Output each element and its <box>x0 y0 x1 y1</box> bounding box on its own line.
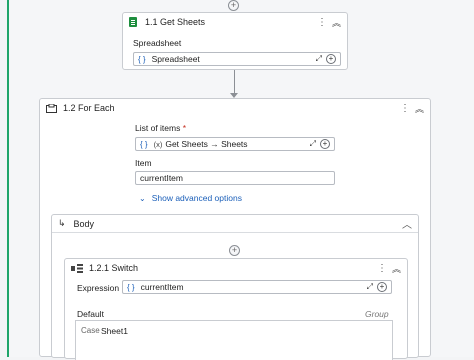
for-each-title: 1.2 For Each <box>63 103 115 113</box>
chevron-down-icon: ⌄ <box>139 193 146 203</box>
collapse-icon[interactable]: ︽ <box>392 262 401 275</box>
default-label: Default <box>77 309 104 319</box>
switch-card[interactable]: 1.2.1 Switch ⋮ ︽ Expression { } currentI… <box>64 258 408 360</box>
body-container[interactable]: ↳ Body ︿ + 1.2.1 Switch ⋮ ︽ Expression {… <box>51 214 419 360</box>
item-value: currentItem <box>140 173 183 183</box>
expand-icon[interactable]: ⤢ <box>316 54 322 64</box>
kebab-menu-icon[interactable]: ⋮ <box>317 17 327 28</box>
sheets-icon <box>129 17 137 27</box>
add-activity-icon[interactable]: + <box>229 245 240 256</box>
expression-label: Expression <box>77 283 120 293</box>
for-each-header[interactable]: 1.2 For Each ⋮ ︽ <box>40 99 430 117</box>
collapse-icon[interactable]: ︽ <box>415 102 424 115</box>
variable-icon[interactable]: { } <box>140 140 148 149</box>
expand-icon[interactable]: ⤢ <box>310 139 316 149</box>
for-each-card[interactable]: 1.2 For Each ⋮ ︽ List of items * { } (x)… <box>39 98 431 360</box>
variable-icon[interactable]: { } <box>127 283 135 292</box>
body-arrow-icon: ↳ <box>58 218 66 228</box>
get-sheets-card[interactable]: 1.1 Get Sheets ⋮ ︽ Spreadsheet { } Sprea… <box>122 12 348 70</box>
add-value-icon[interactable]: + <box>377 282 387 292</box>
collapse-body-icon[interactable]: ︿ <box>402 216 412 231</box>
spreadsheet-value: Spreadsheet <box>151 54 200 64</box>
expression-value: currentItem <box>140 282 184 292</box>
case-label: Case <box>81 326 100 335</box>
required-mark: * <box>182 123 187 133</box>
switch-icon <box>71 263 83 273</box>
kebab-menu-icon[interactable]: ⋮ <box>377 263 387 274</box>
variable-icon[interactable]: { } <box>138 55 146 64</box>
show-advanced-options-label: Show advanced options <box>151 193 242 203</box>
collapse-icon[interactable]: ︽ <box>332 16 341 29</box>
item-label: Item <box>135 158 152 168</box>
output-ref-icon: (x) <box>153 139 163 149</box>
group-label: Group <box>365 309 389 319</box>
spreadsheet-label: Spreadsheet <box>133 38 182 48</box>
kebab-menu-icon[interactable]: ⋮ <box>400 103 410 114</box>
item-field[interactable]: currentItem <box>135 171 335 185</box>
get-sheets-header[interactable]: 1.1 Get Sheets ⋮ ︽ <box>123 13 347 31</box>
default-sequence[interactable]: Case Sheet1 <box>75 320 393 360</box>
list-of-items-value: Get Sheets → Sheets <box>165 139 248 149</box>
expand-icon[interactable]: ⤢ <box>367 282 373 292</box>
get-sheets-title: 1.1 Get Sheets <box>145 17 206 27</box>
list-of-items-label: List of items * <box>135 123 186 133</box>
spreadsheet-field[interactable]: { } Spreadsheet ⤢ + <box>133 52 341 66</box>
case-value[interactable]: Sheet1 <box>101 326 128 336</box>
list-of-items-text: List of items <box>135 123 181 133</box>
expression-field[interactable]: { } currentItem ⤢ + <box>122 280 392 294</box>
sequence-rail <box>7 0 9 357</box>
show-advanced-options-link[interactable]: ⌄ Show advanced options <box>139 193 242 203</box>
switch-header[interactable]: 1.2.1 Switch ⋮ ︽ <box>65 259 407 277</box>
foreach-icon <box>46 103 57 113</box>
add-activity-top-icon[interactable]: + <box>228 0 239 11</box>
add-value-icon[interactable]: + <box>320 139 330 149</box>
body-header[interactable]: ↳ Body ︿ <box>52 215 418 233</box>
add-value-icon[interactable]: + <box>326 54 336 64</box>
list-of-items-field[interactable]: { } (x) Get Sheets → Sheets ⤢ + <box>135 137 335 151</box>
body-title: Body <box>73 218 95 229</box>
switch-title: 1.2.1 Switch <box>89 263 139 273</box>
